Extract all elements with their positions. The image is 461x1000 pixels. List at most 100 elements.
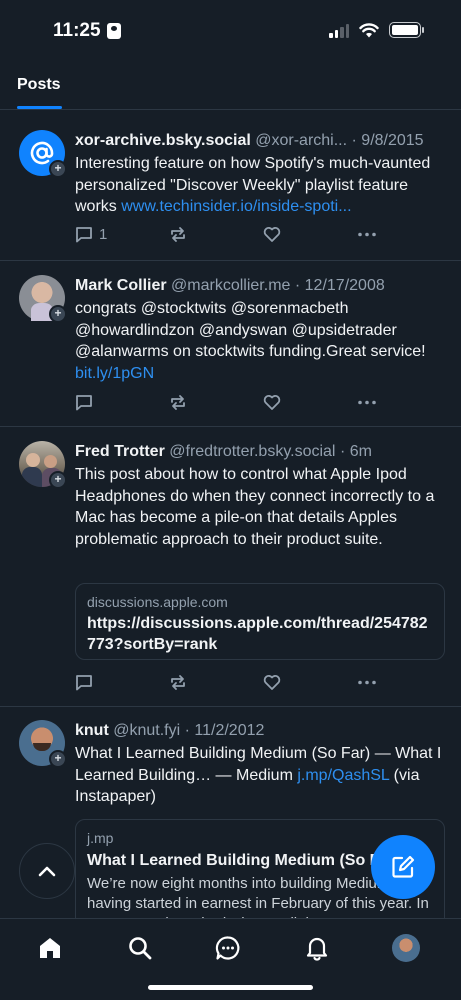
post-link[interactable]: j.mp/QashSL [297,767,389,784]
nav-notifications[interactable] [302,933,332,963]
follow-plus-icon[interactable]: + [49,750,67,768]
id-card-icon [106,23,121,39]
more-options-button[interactable] [357,226,377,243]
separator-dot: · [351,132,357,149]
post-header: Fred Trotter @fredtrotter.bsky.social · … [75,441,447,463]
link-preview-domain: discussions.apple.com [87,594,228,610]
post-content: knut @knut.fyi · 11/2/2012 What I Learne… [75,720,447,808]
repost-arrows-icon [171,395,185,410]
chat-bubble-icon [215,936,240,960]
follow-plus-icon[interactable]: + [49,305,67,323]
author-name[interactable]: knut [75,722,109,739]
home-indicator [148,985,313,990]
post-text: What I Learned Building Medium (So Far) … [75,745,442,806]
wifi-icon [359,23,379,38]
avatar[interactable]: + [19,130,67,178]
battery-icon [389,22,424,38]
post-card[interactable]: + xor-archive.bsky.social @xor-archi... … [0,110,461,261]
author-name[interactable]: xor-archive.bsky.social [75,132,251,149]
post-text: congrats @stocktwits @sorenmacbeth @howa… [75,300,426,383]
tab-bar: Posts [0,60,461,110]
compose-button[interactable] [371,835,435,899]
repost-arrows-icon [171,675,185,690]
author-handle[interactable]: @markcollier.me [171,277,290,294]
post-actions [75,674,447,694]
active-tab-indicator [17,106,62,109]
like-button[interactable] [263,674,281,691]
avatar[interactable]: + [19,275,67,323]
avatar[interactable]: + [19,720,67,768]
speech-bubble-icon [76,395,92,411]
post-link[interactable]: bit.ly/1pGN [75,365,154,382]
post-header: xor-archive.bsky.social @xor-archi... · … [75,130,447,152]
post-time: 9/8/2015 [361,132,424,149]
speech-bubble-icon [76,675,92,691]
post-link[interactable]: www.techinsider.io/inside-spoti... [121,198,351,215]
nav-chat[interactable] [213,933,243,963]
separator-dot: · [339,443,346,460]
author-handle[interactable]: @fredtrotter.bsky.social [169,443,335,460]
repost-button[interactable] [169,394,187,411]
post-time: 11/2/2012 [194,722,265,739]
reply-button[interactable] [75,674,99,691]
link-preview-title: https://discussions.apple.com/thread/254… [87,615,428,653]
status-bar: 11:25 [0,0,461,60]
author-handle[interactable]: @xor-archi... [255,132,347,149]
chevron-up-icon [38,866,56,877]
post-header: Mark Collier @markcollier.me · 12/17/200… [75,275,447,297]
like-button[interactable] [263,394,281,411]
post-content: Mark Collier @markcollier.me · 12/17/200… [75,275,447,385]
scroll-to-top-button[interactable] [19,843,75,899]
post-text: This post about how to control what Appl… [75,466,435,549]
reply-count: 1 [99,226,108,243]
more-options-button[interactable] [357,674,377,691]
home-icon [40,938,60,958]
post-header: knut @knut.fyi · 11/2/2012 [75,720,447,742]
follow-plus-icon[interactable]: + [49,471,67,489]
status-indicators [329,22,424,38]
ellipsis-icon [358,680,376,685]
nav-search[interactable] [125,933,155,963]
heart-icon [263,395,281,410]
pencil-square-icon [392,855,415,878]
separator-dot: · [184,722,190,739]
heart-icon [263,675,281,690]
author-name[interactable]: Fred Trotter [75,443,165,460]
post-content: Fred Trotter @fredtrotter.bsky.social · … [75,441,447,551]
author-handle[interactable]: @knut.fyi [113,722,180,739]
post-card[interactable]: + Mark Collier @markcollier.me · 12/17/2… [0,261,461,427]
profile-avatar [392,934,420,962]
heart-icon [263,227,281,242]
follow-plus-icon[interactable]: + [49,160,67,178]
search-icon [129,937,152,960]
repost-button[interactable] [169,226,187,243]
tab-posts[interactable]: Posts [17,76,61,94]
reply-button[interactable]: 1 [75,226,107,243]
avatar[interactable]: + [19,441,67,489]
post-time: 6m [349,443,372,460]
feed[interactable]: + xor-archive.bsky.social @xor-archi... … [0,110,461,918]
ellipsis-icon [358,232,376,237]
nav-home[interactable] [35,933,65,963]
reply-button[interactable] [75,394,99,411]
post-content: xor-archive.bsky.social @xor-archi... · … [75,130,447,218]
post-actions [75,394,447,414]
bell-icon [306,937,328,961]
repost-arrows-icon [171,227,185,242]
speech-bubble-icon [76,227,92,243]
post-actions: 1 [75,226,447,246]
post-time: 12/17/2008 [304,277,385,294]
cellular-signal-icon [329,24,349,38]
separator-dot: · [294,277,301,294]
nav-profile[interactable] [391,933,421,963]
post-card[interactable]: + Fred Trotter @fredtrotter.bsky.social … [0,427,461,707]
link-preview-card[interactable]: discussions.apple.com https://discussion… [75,583,445,660]
ellipsis-icon [358,400,376,405]
clock-text: 11:25 [53,20,101,41]
author-name[interactable]: Mark Collier [75,277,167,294]
status-time: 11:25 [53,20,121,42]
repost-button[interactable] [169,674,187,691]
post-text: Interesting feature on how Spotify's muc… [75,155,431,216]
like-button[interactable] [263,226,281,243]
more-options-button[interactable] [357,394,377,411]
